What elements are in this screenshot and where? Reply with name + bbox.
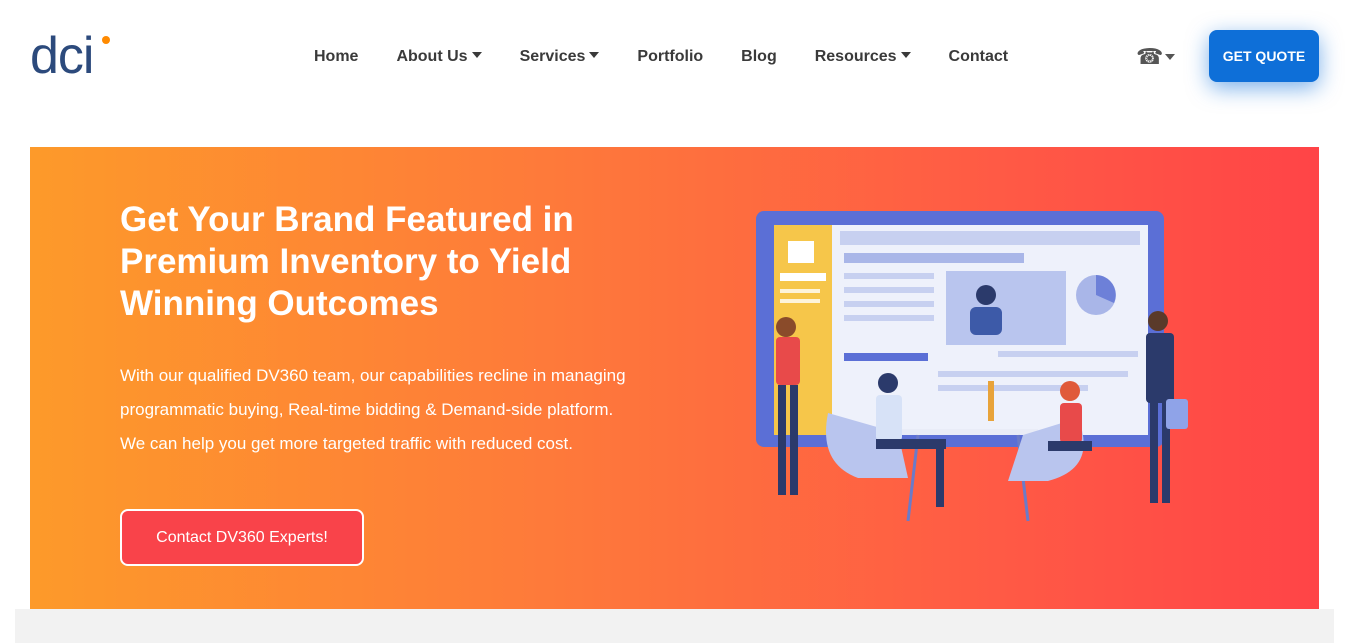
chevron-down-icon bbox=[1165, 54, 1176, 60]
phone-dropdown[interactable]: ☎ bbox=[1136, 44, 1176, 70]
team-illustration bbox=[756, 211, 1188, 522]
dci-logo[interactable]: dci bbox=[30, 30, 112, 82]
site-header: dci Home About Us Services Portfolio Blo… bbox=[0, 0, 1366, 112]
section-divider bbox=[15, 609, 1334, 643]
nav-contact[interactable]: Contact bbox=[949, 46, 1009, 68]
nav-services[interactable]: Services bbox=[520, 46, 600, 68]
chevron-down-icon bbox=[900, 52, 911, 58]
logo-text: dci bbox=[30, 27, 94, 85]
hero-title: Get Your Brand Featured in Premium Inven… bbox=[120, 200, 574, 323]
main-nav: Home About Us Services Portfolio Blog Re… bbox=[314, 46, 1046, 68]
nav-portfolio[interactable]: Portfolio bbox=[637, 46, 703, 68]
nav-resources[interactable]: Resources bbox=[815, 46, 911, 68]
phone-icon: ☎ bbox=[1136, 44, 1164, 69]
chevron-down-icon bbox=[471, 52, 482, 58]
nav-home[interactable]: Home bbox=[314, 46, 358, 68]
get-quote-button[interactable]: GET QUOTE bbox=[1209, 30, 1319, 82]
logo-dot bbox=[102, 36, 110, 44]
chevron-down-icon bbox=[589, 52, 600, 58]
hero-description: With our qualified DV360 team, our capab… bbox=[120, 366, 626, 453]
hero-banner: Get Your Brand Featured in Premium Inven… bbox=[30, 147, 1319, 609]
nav-blog[interactable]: Blog bbox=[741, 46, 777, 68]
contact-dv360-button[interactable]: Contact DV360 Experts! bbox=[120, 509, 364, 566]
nav-about-us[interactable]: About Us bbox=[396, 46, 482, 68]
